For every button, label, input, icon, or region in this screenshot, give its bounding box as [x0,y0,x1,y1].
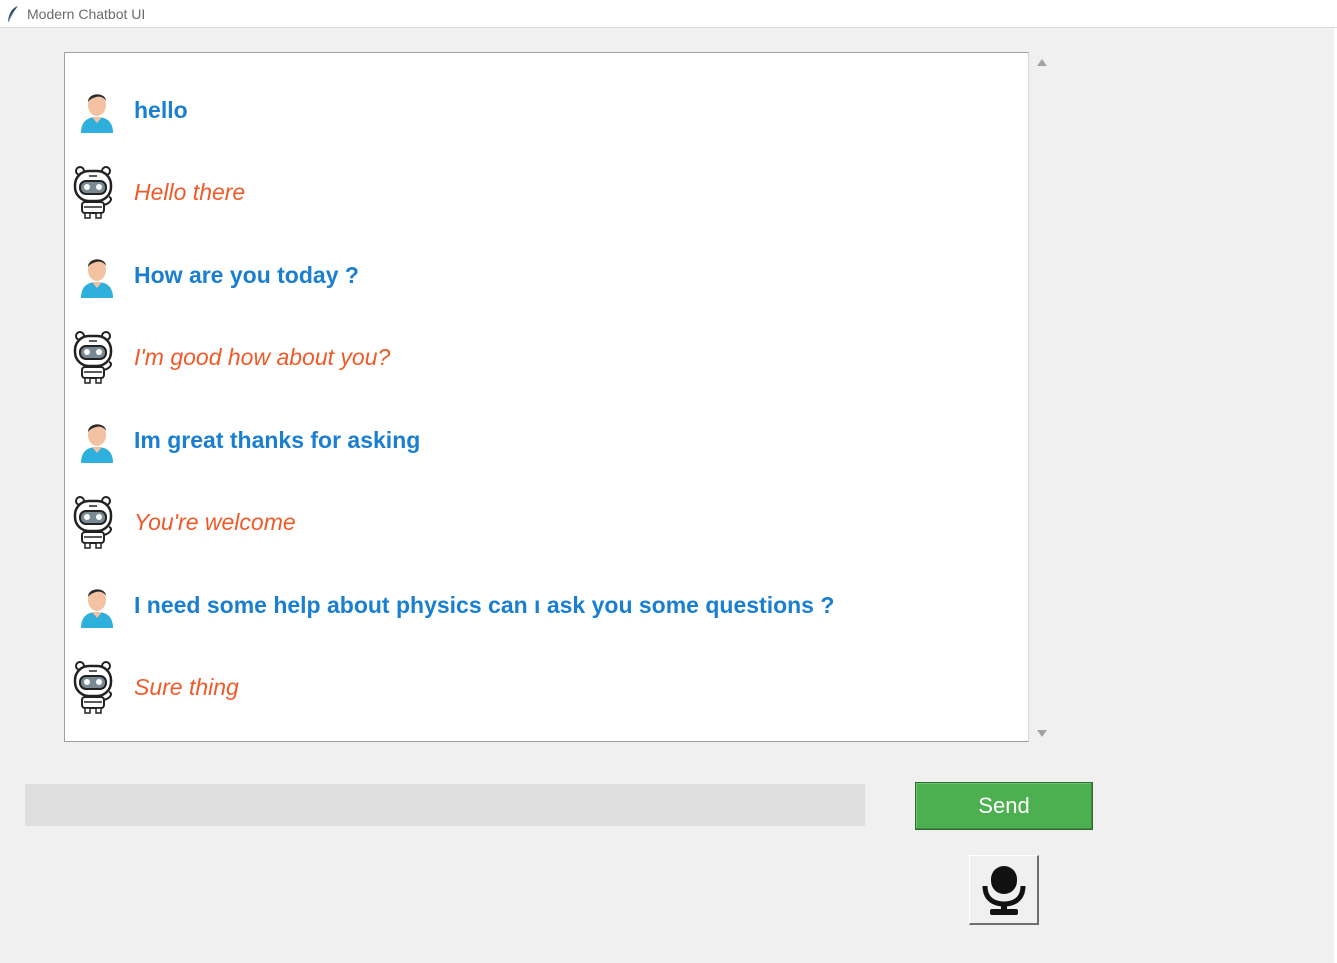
chat-message-bot: You're welcome [65,495,1025,555]
robot-avatar-icon [73,166,113,219]
microphone-icon [982,865,1025,915]
feather-icon [7,5,18,22]
chat-message-user: hello [65,83,1025,143]
microphone-button[interactable] [969,855,1039,925]
user-avatar-icon [81,259,113,298]
message-text: Sure thing [134,674,239,700]
chat-message-user: Im great thanks for asking [65,413,1025,473]
window-title: Modern Chatbot UI [27,5,146,22]
message-text: I'm good how about you? [134,344,391,370]
chat-scrollbar[interactable] [1031,53,1053,743]
message-text: How are you today ? [134,262,359,288]
message-text: hello [134,97,188,123]
user-avatar-icon [81,424,113,463]
user-avatar-icon [81,589,113,628]
chat-message-bot: I'm good how about you? [65,330,1025,390]
send-button-label: Send [978,793,1030,818]
send-button[interactable]: Send [915,782,1093,830]
message-text: Im great thanks for asking [134,427,421,453]
title-bar: Modern Chatbot UI [0,0,1337,28]
chat-message-user: How are you today ? [65,248,1025,308]
message-text: You're welcome [134,509,296,535]
chat-message-bot: Hello there [65,165,1025,225]
message-text: I need some help about physics can ı ask… [134,592,835,618]
message-text: Hello there [134,179,246,205]
message-input[interactable] [25,784,865,826]
scroll-down-arrow-icon[interactable] [1037,730,1047,737]
robot-avatar-icon [73,496,113,549]
chat-history[interactable]: hello Hello there How are you today ? I'… [64,52,1029,742]
user-avatar-icon [81,94,113,133]
robot-avatar-icon [73,331,113,384]
robot-avatar-icon [73,661,113,714]
chat-message-user: I need some help about physics can ı ask… [65,578,1025,638]
chat-message-bot: Sure thing [65,660,1025,720]
scroll-up-arrow-icon[interactable] [1037,59,1047,66]
